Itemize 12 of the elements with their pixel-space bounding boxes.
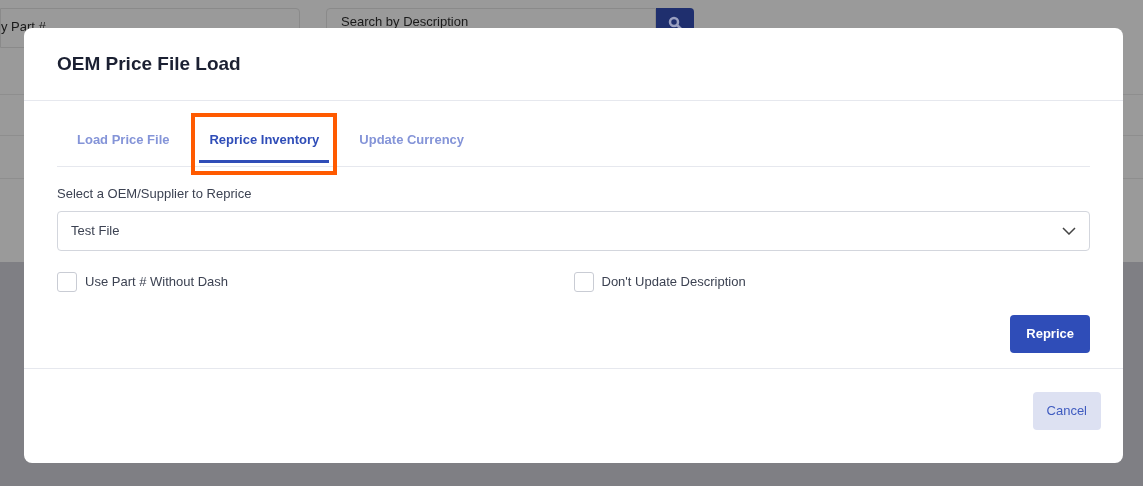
dialog-title: OEM Price File Load [57,51,241,76]
checkbox[interactable] [573,272,594,292]
checkbox-label: Use Part # Without Dash [85,273,229,292]
select-label: Select a OEM/Supplier to Reprice [57,184,253,203]
search-icon [668,16,682,30]
supplier-select[interactable]: Test File [57,211,1090,251]
tab[interactable]: Reprice Inventory [199,123,330,163]
chevron-down-icon [1062,227,1076,235]
checkbox[interactable] [57,272,77,292]
cancel-button[interactable]: Cancel [1032,392,1101,430]
checkbox-label: Don't Update Description [601,273,746,292]
reprice-button[interactable]: Reprice [1010,315,1090,353]
